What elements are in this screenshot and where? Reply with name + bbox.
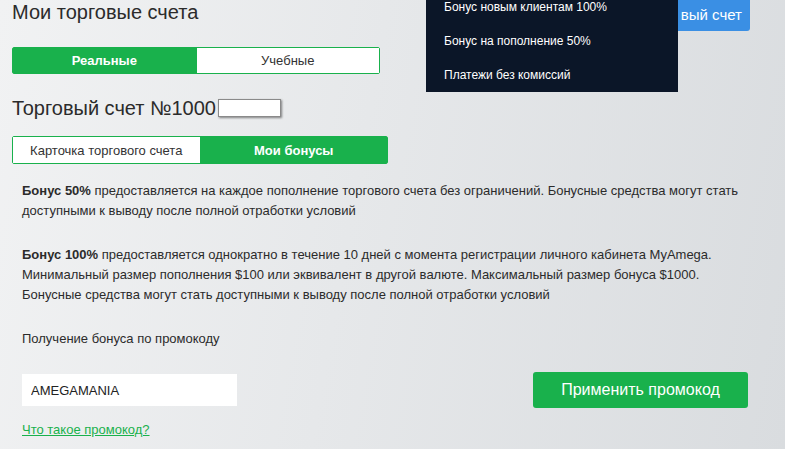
promo-help-link[interactable]: Что такое промокод?	[22, 422, 150, 438]
account-type-tabs: РеальныеУчебные	[12, 47, 380, 74]
bonus-line: Бонус 100% предоставляется однократно в …	[22, 245, 782, 265]
account-type-tab[interactable]: Учебные	[196, 48, 380, 73]
bonus-description: Бонус 50% предоставляется на каждое попо…	[12, 181, 782, 221]
promo-input[interactable]	[22, 374, 237, 406]
menu-item[interactable]: Бонус новым клиентам 100%	[444, 0, 660, 24]
bonus-menu: Бонус новым клиентам 100%Бонус на пополн…	[426, 0, 678, 92]
promo-label: Получение бонуса по промокоду	[12, 329, 220, 349]
bonus-line: Бонусные средства могут стать доступными…	[22, 285, 782, 305]
apply-promo-button[interactable]: Применить промокод	[533, 372, 748, 408]
bonus-name: Бонус 50%	[22, 183, 91, 198]
open-account-button[interactable]: вый счет	[673, 0, 750, 31]
page-title: Мои торговые счета	[12, 0, 198, 24]
bonus-line: Бонус 50% предоставляется на каждое попо…	[22, 181, 782, 201]
promo-row: Применить промокод	[12, 372, 748, 408]
bonus-name: Бонус 100%	[22, 247, 98, 262]
account-type-tab[interactable]: Реальные	[13, 48, 196, 73]
menu-item[interactable]: Платежи без комиссий	[444, 58, 660, 92]
page: Мои торговые счетавый счетБонус новым кл…	[0, 0, 785, 449]
bonus-description: Бонус 100% предоставляется однократно в …	[12, 245, 782, 305]
account-tabs: Карточка торгового счетаМои бонусы	[12, 136, 388, 164]
menu-item[interactable]: Бонус на пополнение 50%	[444, 24, 660, 58]
redacted-mark	[218, 99, 281, 117]
bonus-line: доступными к выводу после полной отработ…	[22, 201, 782, 221]
account-tab[interactable]: Карточка торгового счета	[13, 137, 200, 163]
account-title: Торговый счет №1000	[12, 96, 216, 120]
account-tab[interactable]: Мои бонусы	[200, 137, 388, 163]
bonus-line: Минимальный размер пополнения $100 или э…	[22, 265, 782, 285]
account-title-row: Торговый счет №1000	[12, 96, 281, 120]
